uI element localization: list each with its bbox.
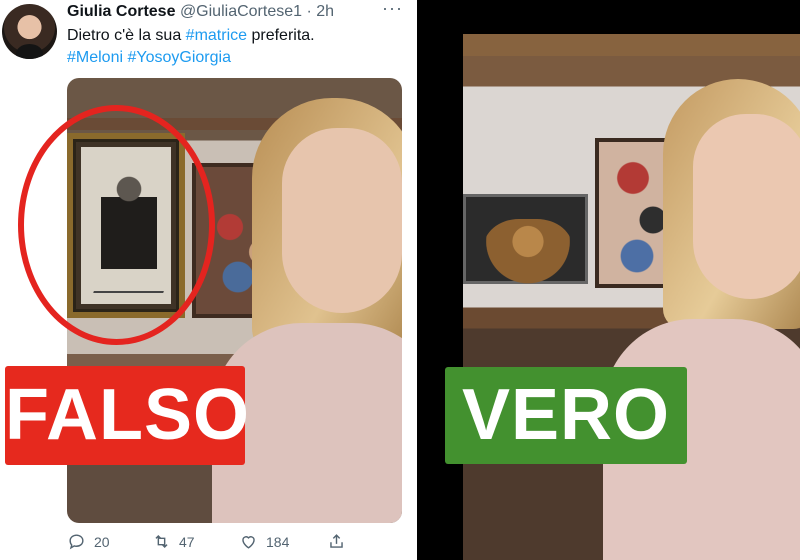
- author-name[interactable]: Giulia Cortese: [67, 3, 175, 20]
- retweet-icon: [155, 534, 168, 549]
- tweet-text: Dietro c'è la sua #matrice preferita. #M…: [67, 25, 407, 69]
- tweet-header: Giulia Cortese @GiuliaCortese1 · 2h: [67, 1, 334, 23]
- share-button[interactable]: [327, 532, 346, 551]
- angel-figurine: [483, 219, 573, 294]
- speaker-face: [282, 128, 402, 313]
- tweet-actions: 20 47 184: [67, 528, 397, 556]
- tweet-text-part: Dietro c'è la sua: [67, 27, 186, 44]
- falso-label: FALSO: [5, 366, 249, 465]
- heart-icon: [242, 536, 255, 549]
- hashtag-link[interactable]: #Meloni: [67, 49, 123, 66]
- hashtag-link[interactable]: #matrice: [186, 27, 247, 44]
- like-count: 184: [266, 533, 290, 550]
- separator-dot: ·: [306, 3, 312, 20]
- reply-button[interactable]: 20: [67, 532, 110, 551]
- highlight-circle: [18, 105, 215, 345]
- tweet-card: Giulia Cortese @GiuliaCortese1 · 2h ··· …: [0, 0, 417, 560]
- retweet-count: 47: [179, 533, 195, 550]
- like-button[interactable]: 184: [239, 532, 289, 551]
- author-handle[interactable]: @GiuliaCortese1: [180, 3, 302, 20]
- avatar[interactable]: [2, 4, 57, 59]
- shelf: [463, 34, 800, 56]
- tweet-time[interactable]: 2h: [316, 3, 334, 20]
- original-photo: [463, 34, 800, 560]
- hashtag-link[interactable]: #YosoyGiorgia: [127, 49, 230, 66]
- reply-icon: [69, 534, 84, 550]
- speaker-face: [693, 114, 800, 299]
- speaker: [212, 98, 402, 523]
- vero-label: VERO: [445, 367, 687, 464]
- more-horizontal-icon[interactable]: ···: [382, 0, 403, 19]
- reply-count: 20: [94, 533, 110, 550]
- speaker: [603, 79, 800, 560]
- tweet-text-part: preferita.: [247, 27, 315, 44]
- retweet-button[interactable]: 47: [152, 532, 195, 551]
- share-icon: [330, 534, 343, 548]
